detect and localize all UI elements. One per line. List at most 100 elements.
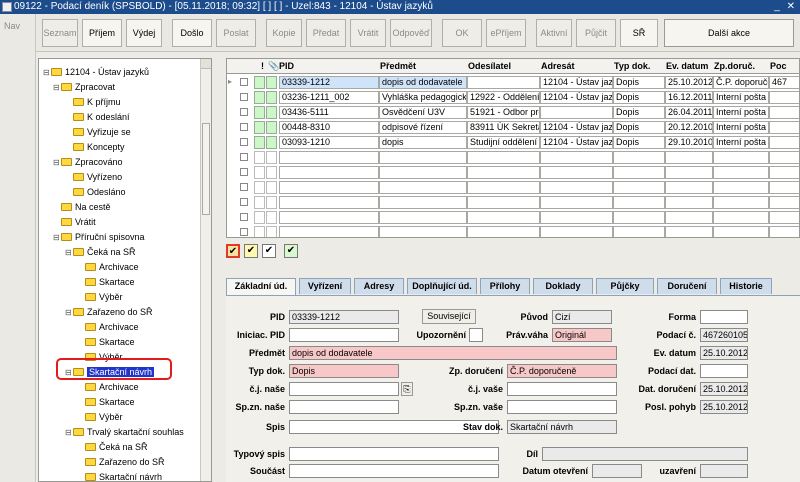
table-cell[interactable]: 83911 ÚK Sekretař [467,121,540,134]
col-pid[interactable]: PID [279,61,294,71]
tree-toggle-icon[interactable]: ⊟ [53,231,61,245]
legend-white[interactable]: ✔ [262,244,276,258]
copy-icon[interactable]: ⎘ [401,382,413,396]
table-cell[interactable] [769,91,799,104]
row-checkbox[interactable] [240,78,248,86]
tab-prilohy[interactable]: Přílohy [480,278,530,294]
table-cell[interactable] [279,196,379,209]
legend-red[interactable]: ✔ [226,244,240,258]
tree-node[interactable]: K příjmu [65,95,121,109]
table-cell[interactable]: 00448-8310 [279,121,379,134]
row-checkbox[interactable] [240,213,248,221]
table-cell[interactable]: Dopis [613,76,665,89]
table-cell[interactable] [665,226,713,237]
tree-node[interactable]: Vyřizuje se [65,125,131,139]
table-cell[interactable]: Dopis [613,91,665,104]
table-cell[interactable]: Dopis [613,121,665,134]
table-row[interactable]: ▸ 03339-1212 dopis od dodavatele 12104 - Ús… [227,75,799,90]
tab-pujcky[interactable]: Půjčky [596,278,654,294]
table-cell[interactable] [540,226,613,237]
table-cell[interactable] [540,196,613,209]
table-cell[interactable]: 51921 - Odbor pro [467,106,540,119]
typovy-field[interactable] [289,447,499,461]
table-cell[interactable] [613,196,665,209]
poslat-button[interactable]: Poslat [216,19,256,47]
table-cell[interactable]: 12104 - Ústav jazy [540,91,613,104]
tree-node[interactable]: Koncepty [65,140,125,154]
nav-strip[interactable]: Nav [0,14,36,482]
col-attachment[interactable]: 📎 [268,61,279,72]
poslpohyb-field[interactable]: 25.10.2012 [700,400,748,414]
row-checkbox[interactable] [240,228,248,236]
odpoved-button[interactable]: Odpověď [390,19,432,47]
table-cell[interactable] [769,136,799,149]
table-cell[interactable] [467,196,540,209]
table-cell[interactable] [467,151,540,164]
tree-node[interactable]: ⊟ Čeká na SŘ [65,245,136,259]
table-cell[interactable] [279,166,379,179]
tab-doplnujici[interactable]: Doplňující úd. [407,278,477,294]
col-typdok[interactable]: Typ dok. [614,61,650,71]
podacic-field[interactable]: 467260105 [700,328,748,342]
spznnase-field[interactable] [289,400,399,414]
table-cell[interactable]: Interní pošta [713,91,769,104]
spznvase-field[interactable] [507,400,617,414]
row-checkbox[interactable] [240,123,248,131]
eprijem-button[interactable]: ePříjem [486,19,526,47]
tree-node[interactable]: Vrátit [53,215,96,229]
kopie-button[interactable]: Kopie [266,19,302,47]
table-cell[interactable]: 16.12.2011 [665,91,713,104]
table-cell[interactable] [379,226,467,237]
predat-button[interactable]: Předat [306,19,346,47]
tree-toggle-icon[interactable]: ⊟ [65,246,73,260]
tree-node[interactable]: Na cestě [53,200,111,214]
tree-toggle-icon[interactable]: ⊟ [65,306,73,320]
ok-button[interactable]: OK [442,19,482,47]
tab-zakladni[interactable]: Základní úd. [226,278,296,295]
table-cell[interactable] [613,211,665,224]
col-priority[interactable]: ! [261,61,264,71]
table-cell[interactable]: 467 [769,76,799,89]
tree-node[interactable]: ⊟ Zařazeno do SŘ [65,305,153,319]
table-row[interactable] [227,195,799,210]
upozorneni-field[interactable] [469,328,483,342]
table-cell[interactable] [769,151,799,164]
tab-vyrizeni[interactable]: Vyřízení [299,278,351,294]
table-cell[interactable]: Interní pošta [713,121,769,134]
soucast-field[interactable] [289,464,499,478]
datumotev-field[interactable] [592,464,642,478]
table-cell[interactable]: 25.10.2012 [665,76,713,89]
table-cell[interactable]: 03436-5111 [279,106,379,119]
tree-node[interactable]: Výběr [77,290,123,304]
row-checkbox[interactable] [240,108,248,116]
legend-yellow[interactable]: ✔ [244,244,258,258]
table-cell[interactable] [467,226,540,237]
table-cell[interactable]: 12104 - Ústav jazy [540,136,613,149]
table-cell[interactable] [713,196,769,209]
forma-field[interactable] [700,310,748,324]
tree-node[interactable]: Zařazeno do SŘ [77,455,165,469]
table-cell[interactable] [379,166,467,179]
stavdok-field[interactable]: Skartační návrh [507,420,617,434]
doslo-button[interactable]: Došlo [172,19,212,47]
tree-node[interactable]: Skartace [77,395,135,409]
row-checkbox[interactable] [240,138,248,146]
table-cell[interactable]: 03236-1211_002 [279,91,379,104]
tab-doruceni[interactable]: Doručení [657,278,717,294]
table-cell[interactable] [613,151,665,164]
table-cell[interactable] [540,151,613,164]
tree-node[interactable]: Vyřízeno [65,170,122,184]
tree-toggle-icon[interactable]: ⊟ [53,156,61,170]
tree-toggle-icon[interactable]: ⊟ [65,426,73,440]
table-cell[interactable] [379,196,467,209]
table-cell[interactable]: Dopis [613,106,665,119]
evdatum-field[interactable]: 25.10.2012 [700,346,748,360]
table-row[interactable] [227,210,799,225]
table-cell[interactable]: Studijní oddělení [467,136,540,149]
datdoruc-field[interactable]: 25.10.2012 [700,382,748,396]
prijem-button[interactable]: Příjem [82,19,122,47]
table-cell[interactable] [467,181,540,194]
table-cell[interactable] [665,166,713,179]
table-cell[interactable] [769,196,799,209]
table-cell[interactable]: dopis od dodavatele [379,76,467,89]
